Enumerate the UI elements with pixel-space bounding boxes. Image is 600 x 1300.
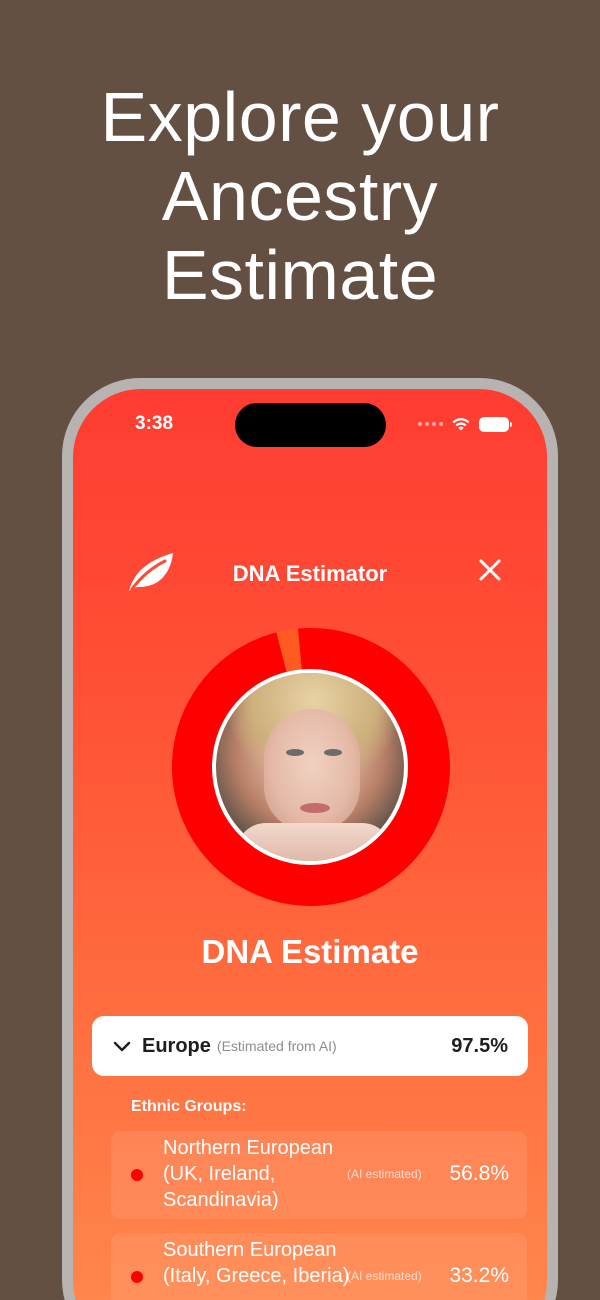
ethnic-groups-label: Ethnic Groups: — [131, 1098, 247, 1115]
region-percent: 97.5% — [451, 1034, 508, 1057]
wifi-icon — [452, 418, 470, 431]
region-note: (Estimated from AI) — [216, 1038, 337, 1054]
battery-icon — [479, 416, 512, 432]
headline-line-2: Ancestry — [161, 157, 439, 235]
group-note: (AI estimated) — [347, 1167, 422, 1181]
headline: Explore your Ancestry Estimate — [0, 78, 600, 315]
group-color-dot — [131, 1169, 143, 1181]
dynamic-island — [235, 403, 386, 447]
group-color-dot — [131, 1271, 143, 1283]
ethnic-group-row[interactable]: Southern European (Italy, Greece, Iberia… — [111, 1233, 527, 1300]
group-percent: 56.8% — [449, 1162, 509, 1185]
group-name: Northern European (UK, Ireland, Scandina… — [163, 1137, 334, 1211]
ethnic-group-row[interactable]: Northern European (UK, Ireland, Scandina… — [111, 1131, 527, 1219]
nav-title: DNA Estimator — [232, 561, 388, 586]
group-note: (AI estimated) — [347, 1269, 422, 1283]
close-icon[interactable] — [477, 557, 503, 583]
group-percent: 33.2% — [449, 1264, 509, 1287]
region-card-europe[interactable]: Europe (Estimated from AI) 97.5% — [92, 1016, 528, 1076]
group-name: Southern European (Italy, Greece, Iberia… — [163, 1239, 350, 1287]
section-title: DNA Estimate — [201, 933, 419, 970]
chevron-down-icon[interactable] — [112, 1036, 132, 1056]
phone-screen: 3:38 DNA Estimator DNA Estimate Europe (… — [73, 389, 547, 1300]
headline-line-3: Estimate — [161, 236, 439, 314]
nav-bar: DNA Estimator — [73, 549, 547, 597]
status-icons — [418, 416, 512, 432]
signal-dots-icon — [418, 422, 443, 426]
status-time: 3:38 — [135, 413, 174, 434]
region-name: Europe — [142, 1034, 211, 1057]
headline-line-1: Explore your — [100, 78, 500, 156]
avatar — [212, 669, 408, 865]
